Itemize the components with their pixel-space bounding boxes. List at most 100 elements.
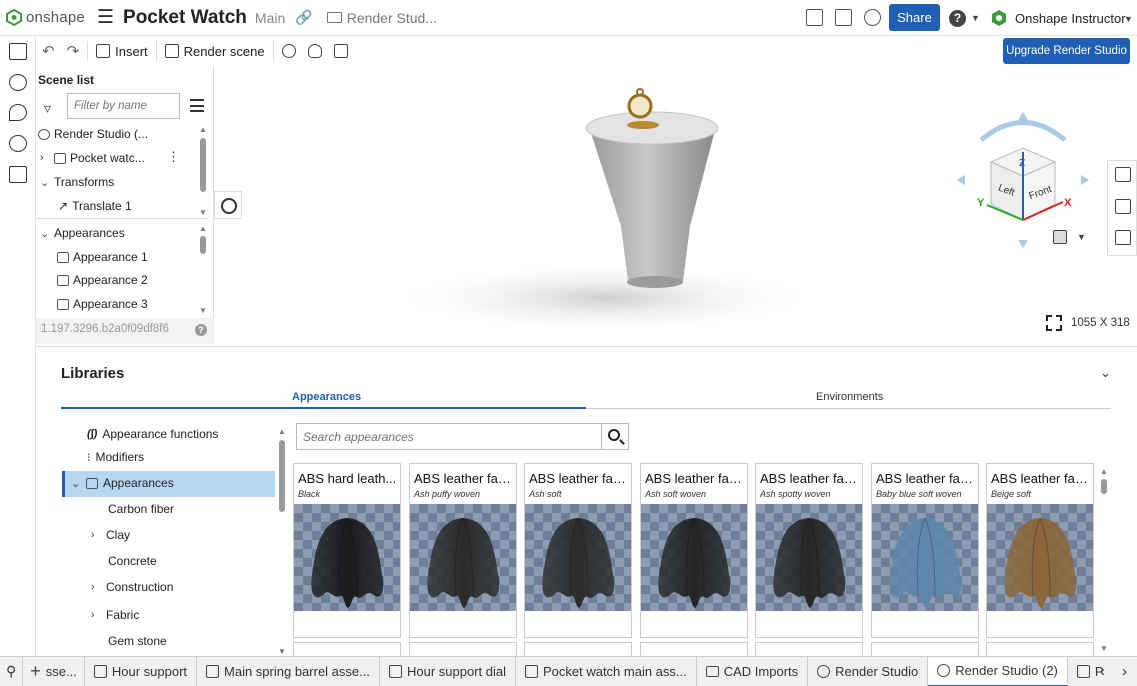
scrollbar[interactable] (200, 236, 206, 254)
down-arrow-icon[interactable] (1018, 240, 1028, 248)
tabs-scroll-right-icon[interactable]: › (1122, 663, 1127, 680)
tree-item-translate[interactable]: ↗ Translate 1 (58, 199, 132, 213)
tab-cad-imports[interactable]: CAD Imports (696, 657, 809, 686)
camera-tool-button[interactable] (276, 39, 302, 63)
add-tab-button[interactable]: + sse... (23, 657, 85, 686)
category-gem-stone[interactable]: Gem stone (108, 634, 167, 648)
app-store-icon[interactable] (835, 9, 852, 26)
category-modifiers[interactable]: ⁝ Modifiers (87, 450, 144, 464)
release-icon[interactable] (806, 9, 823, 26)
category-appearances[interactable]: ⌄ Appearances (71, 476, 174, 490)
appearance-card[interactable]: ABS leather fab... Ash puffy woven (409, 463, 517, 638)
breadcrumb[interactable]: Render Stud... (347, 10, 437, 26)
scroll-up-arrow[interactable]: ▲ (278, 427, 286, 436)
chevron-down-icon[interactable]: ⌄ (40, 176, 50, 189)
tree-item-appearances[interactable]: ⌄ Appearances (40, 226, 125, 240)
share-button[interactable]: Share (889, 4, 940, 31)
image-icon[interactable] (1115, 230, 1131, 245)
version-help-icon[interactable]: ? (195, 324, 207, 336)
left-arrow-icon[interactable] (957, 175, 965, 185)
category-appearance-functions[interactable]: (∫) Appearance functions (87, 427, 218, 441)
render-scene-button[interactable]: Render scene (159, 39, 271, 63)
filter-input[interactable] (67, 93, 180, 119)
appearance-card[interactable]: ABS leather fab... Ash soft woven (640, 463, 748, 638)
search-tabs-button[interactable]: ⚲ (0, 657, 24, 686)
tab-partial[interactable]: P (1067, 657, 1113, 686)
appearance-card[interactable]: ABS leather fab... Ash soft (524, 463, 632, 638)
add-instance-icon[interactable] (9, 74, 27, 91)
render-viewport[interactable]: Z Left Front X Y ▼ (215, 66, 1137, 344)
scrollbar[interactable] (200, 138, 206, 192)
tree-item-transforms[interactable]: ⌄ Transforms (40, 175, 114, 189)
appearance-card[interactable]: ABS leather fab... Baby blue soft woven (871, 463, 979, 638)
tab-pocket-watch-main-assembly[interactable]: Pocket watch main ass... (515, 657, 697, 686)
scroll-up-arrow[interactable]: ▲ (199, 125, 207, 134)
help-icon[interactable]: ? (949, 10, 966, 27)
onshape-logo[interactable]: onshape (6, 9, 85, 26)
scroll-down-arrow[interactable]: ▼ (199, 208, 207, 217)
chevron-right-icon[interactable]: › (91, 609, 101, 621)
scroll-up-arrow[interactable]: ▲ (199, 224, 207, 233)
chevron-right-icon[interactable]: › (91, 529, 101, 541)
category-concrete[interactable]: Concrete (108, 554, 157, 568)
category-carbon-fiber[interactable]: Carbon fiber (108, 502, 174, 516)
category-clay[interactable]: › Clay (91, 528, 130, 542)
scroll-up-arrow[interactable]: ▲ (1100, 467, 1108, 476)
search-appearances-input[interactable] (296, 423, 602, 450)
right-arrow-icon[interactable] (1081, 175, 1089, 185)
user-name[interactable]: Onshape Instructor (1015, 11, 1126, 26)
comments-icon[interactable] (9, 104, 27, 121)
grid-scrollbar[interactable] (1101, 479, 1107, 494)
category-scrollbar[interactable] (279, 440, 285, 512)
scroll-down-arrow[interactable]: ▼ (278, 647, 286, 656)
properties-icon[interactable] (9, 166, 27, 183)
user-avatar-icon[interactable] (990, 9, 1008, 27)
rotate-arrow[interactable] (979, 120, 1067, 142)
chevron-down-icon[interactable]: ⌄ (40, 227, 50, 240)
tree-item-appearance-1[interactable]: Appearance 1 (57, 250, 148, 264)
branch-name[interactable]: Main (255, 10, 285, 26)
chevron-right-icon[interactable]: › (40, 152, 50, 164)
up-arrow-icon[interactable] (1018, 112, 1028, 120)
upgrade-render-studio-button[interactable]: Upgrade Render Studio (1003, 38, 1130, 64)
appearance-card[interactable]: ABS leather fab... Beige soft (986, 463, 1094, 638)
library-icon[interactable] (1115, 199, 1131, 214)
fullscreen-icon[interactable] (1046, 315, 1062, 331)
tab-hour-support-dial[interactable]: Hour support dial (379, 657, 516, 686)
menu-icon[interactable]: ☰ (97, 8, 114, 27)
feature-list-icon[interactable] (9, 43, 27, 60)
undo-button[interactable]: ↶ (36, 39, 61, 63)
tree-item-appearance-2[interactable]: Appearance 2 (57, 273, 148, 287)
tab-main-spring-barrel[interactable]: Main spring barrel asse... (197, 657, 380, 686)
render-settings-icon[interactable] (1115, 167, 1131, 182)
camera-float-button[interactable] (214, 191, 242, 219)
chevron-right-icon[interactable]: › (91, 581, 101, 593)
scroll-down-arrow[interactable]: ▼ (199, 306, 207, 315)
view-cube[interactable]: Z Left Front X Y (953, 110, 1093, 250)
appearance-card[interactable]: ABS leather fab... Ash spotty woven (755, 463, 863, 638)
tab-render-studio[interactable]: Render Studio (808, 657, 929, 686)
view-mode-icon[interactable] (1053, 230, 1067, 244)
link-icon[interactable]: 🔗 (295, 9, 312, 26)
learning-icon[interactable] (864, 9, 881, 26)
export-tool-button[interactable] (328, 39, 354, 63)
tab-appearances[interactable]: Appearances (292, 391, 361, 403)
document-title[interactable]: Pocket Watch (123, 7, 247, 29)
tree-item-render-studio[interactable]: Render Studio (... (38, 127, 148, 141)
search-button[interactable] (601, 423, 629, 450)
redo-button[interactable]: ↷ (61, 39, 86, 63)
tree-item-pocket-watch[interactable]: › Pocket watc... (40, 151, 145, 165)
list-view-icon[interactable] (190, 99, 204, 112)
scroll-down-arrow[interactable]: ▼ (1100, 644, 1108, 653)
user-caret-icon[interactable]: ▼ (1124, 14, 1133, 24)
appearance-card[interactable]: ABS hard leath... Black (293, 463, 401, 638)
more-options-icon[interactable]: ⋮ (167, 149, 180, 165)
filter-icon[interactable]: ▿ (44, 100, 51, 117)
visibility-tool-button[interactable] (302, 39, 328, 63)
view-mode-caret-icon[interactable]: ▼ (1077, 232, 1086, 242)
timer-icon[interactable] (9, 135, 27, 152)
insert-button[interactable]: Insert (90, 39, 154, 63)
help-caret-icon[interactable]: ▼ (971, 13, 980, 23)
pocket-watch[interactable] (627, 93, 653, 119)
tabs-scroll-left-icon[interactable]: ‹ (1100, 663, 1105, 680)
